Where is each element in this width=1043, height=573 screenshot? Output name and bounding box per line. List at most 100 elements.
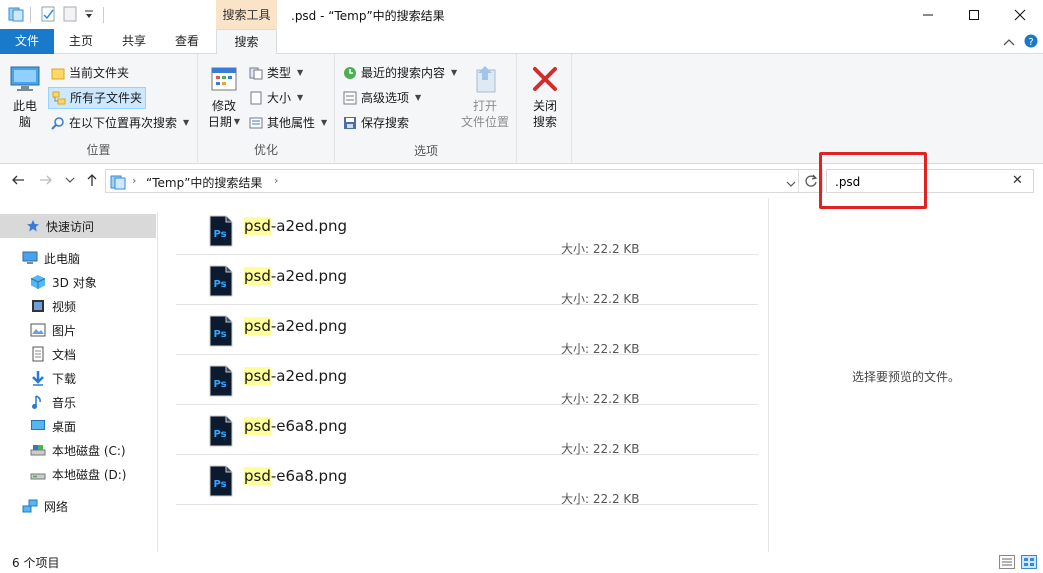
other-properties-button[interactable]: 其他属性 ▼ xyxy=(246,112,330,134)
location-group: 此电 脑 当前文件夹 所有子文件夹 在以下位置再次搜索 ▼ 位置 xyxy=(0,54,198,162)
close-window-button[interactable] xyxy=(997,0,1043,29)
file-row[interactable]: Ps psd-e6a8.png 大小: 22.2 KB xyxy=(176,405,758,456)
file-row[interactable]: Ps psd-e6a8.png 大小: 22.2 KB xyxy=(176,455,758,506)
advanced-options-icon xyxy=(343,91,357,105)
help-icon[interactable]: ? xyxy=(1024,34,1038,51)
search-results-folder-icon xyxy=(110,174,126,193)
address-bar[interactable]: › “Temp”中的搜索结果 › xyxy=(105,169,823,193)
file-name[interactable]: psd-a2ed.png xyxy=(244,217,347,235)
tab-search[interactable]: 搜索 xyxy=(216,29,277,55)
file-name[interactable]: psd-a2ed.png xyxy=(244,367,347,385)
recent-locations-button[interactable] xyxy=(61,171,79,189)
file-name[interactable]: psd-a2ed.png xyxy=(244,317,347,335)
recent-searches-button[interactable]: 最近的搜索内容 ▼ xyxy=(340,62,460,84)
date-modified-label-2: 日期 xyxy=(207,115,232,129)
file-name[interactable]: psd-e6a8.png xyxy=(244,417,347,435)
details-view-icon[interactable] xyxy=(999,555,1015,569)
close-search-button[interactable]: 关闭 搜索 xyxy=(523,64,567,130)
all-subfolders-label: 所有子文件夹 xyxy=(70,91,143,105)
this-pc-button[interactable]: 此电 脑 xyxy=(6,64,44,130)
drive-icon xyxy=(30,473,46,480)
kind-icon xyxy=(249,67,263,80)
search-match-highlight: psd xyxy=(244,317,271,335)
properties-icon[interactable] xyxy=(40,6,56,25)
nav-network[interactable]: 网络 xyxy=(22,494,68,518)
svg-text:Ps: Ps xyxy=(213,229,226,240)
nav-videos-label: 视频 xyxy=(52,299,77,314)
svg-text:Ps: Ps xyxy=(213,279,226,290)
svg-text:Ps: Ps xyxy=(213,379,226,390)
collapse-ribbon-icon[interactable] xyxy=(1003,36,1015,50)
refresh-icon[interactable] xyxy=(804,174,818,191)
nav-music-label: 音乐 xyxy=(52,395,77,410)
chevron-down-icon: ▼ xyxy=(321,118,328,127)
address-dropdown-icon[interactable] xyxy=(786,177,796,191)
photoshop-file-icon: Ps xyxy=(208,215,234,247)
folder-app-icon[interactable] xyxy=(8,6,24,25)
minimize-button[interactable] xyxy=(905,0,951,29)
nav-quick-access[interactable]: 快速访问 xyxy=(0,214,156,238)
save-search-button[interactable]: 保存搜索 xyxy=(340,112,412,134)
new-folder-icon[interactable] xyxy=(62,6,78,25)
clear-search-icon[interactable]: ✕ xyxy=(1012,173,1023,188)
search-again-label: 在以下位置再次搜索 xyxy=(69,116,178,130)
open-file-location-button[interactable]: 打开 文件位置 xyxy=(457,64,513,130)
forward-arrow-icon xyxy=(40,175,52,185)
this-pc-label-2: 脑 xyxy=(18,115,31,129)
customize-toolbar-icon[interactable] xyxy=(84,9,94,23)
file-row[interactable]: Ps psd-a2ed.png 大小: 22.2 KB xyxy=(176,255,758,306)
nav-network-label: 网络 xyxy=(44,499,69,514)
back-button[interactable] xyxy=(9,171,27,189)
date-modified-button[interactable]: 修改 日期 ▼ xyxy=(202,64,246,130)
breadcrumb-separator-icon[interactable]: › xyxy=(132,174,136,187)
nav-pictures-label: 图片 xyxy=(52,323,77,338)
kind-button[interactable]: 类型 ▼ xyxy=(246,62,306,84)
nav-downloads[interactable]: 下载 xyxy=(30,366,76,390)
tab-view[interactable]: 查看 xyxy=(164,29,210,54)
maximize-button[interactable] xyxy=(951,0,997,29)
svg-text:Ps: Ps xyxy=(213,479,226,490)
search-again-in-button[interactable]: 在以下位置再次搜索 ▼ xyxy=(48,112,192,134)
photoshop-file-icon: Ps xyxy=(208,265,234,297)
tab-file[interactable]: 文件 xyxy=(0,29,54,54)
current-folder-label: 当前文件夹 xyxy=(69,66,130,80)
tab-home[interactable]: 主页 xyxy=(58,29,104,54)
advanced-options-button[interactable]: 高级选项 ▼ xyxy=(340,87,424,109)
nav-desktop[interactable]: 桌面 xyxy=(30,414,76,438)
nav-pictures[interactable]: 图片 xyxy=(30,318,76,342)
search-match-highlight: psd xyxy=(244,267,271,285)
search-match-highlight: psd xyxy=(244,217,271,235)
up-button[interactable] xyxy=(83,171,101,189)
up-arrow-icon xyxy=(87,174,97,186)
large-icons-view-icon[interactable] xyxy=(1021,555,1037,569)
file-name[interactable]: psd-a2ed.png xyxy=(244,267,347,285)
nav-this-pc-label: 此电脑 xyxy=(44,251,81,266)
breadcrumb-search-results[interactable]: “Temp”中的搜索结果 xyxy=(146,174,262,191)
nav-music[interactable]: 音乐 xyxy=(30,390,76,414)
nav-videos[interactable]: 视频 xyxy=(30,294,76,318)
ribbon: 此电 脑 当前文件夹 所有子文件夹 在以下位置再次搜索 ▼ 位置 修改 日期 ▼… xyxy=(0,54,1043,164)
size-button[interactable]: 大小 ▼ xyxy=(246,87,306,109)
current-folder-button[interactable]: 当前文件夹 xyxy=(48,62,132,84)
file-row[interactable]: Ps psd-a2ed.png 大小: 22.2 KB xyxy=(176,305,758,356)
breadcrumb-separator-icon[interactable]: › xyxy=(274,174,278,187)
nav-documents[interactable]: 文档 xyxy=(30,342,76,366)
nav-this-pc[interactable]: 此电脑 xyxy=(22,246,80,270)
tab-share[interactable]: 共享 xyxy=(112,29,156,54)
nav-3d-objects[interactable]: 3D 对象 xyxy=(30,270,97,294)
title-bar: 搜索工具 .psd - “Temp”中的搜索结果 xyxy=(0,0,1043,30)
file-row[interactable]: Ps psd-a2ed.png 大小: 22.2 KB xyxy=(176,355,758,406)
nav-disk-c[interactable]: 本地磁盘 (C:) xyxy=(30,438,126,462)
refine-group: 修改 日期 ▼ 类型 ▼ 大小 ▼ 其他属性 ▼ 优化 xyxy=(198,54,335,162)
all-subfolders-button[interactable]: 所有子文件夹 xyxy=(48,87,147,109)
forward-button[interactable] xyxy=(37,171,55,189)
nav-downloads-label: 下载 xyxy=(52,371,77,386)
other-properties-label: 其他属性 xyxy=(267,116,316,130)
kind-label: 类型 xyxy=(267,66,292,80)
file-name-rest: -a2ed.png xyxy=(270,267,348,285)
file-name[interactable]: psd-e6a8.png xyxy=(244,467,347,485)
size-icon xyxy=(250,91,262,105)
file-row[interactable]: Ps psd-a2ed.png 大小: 22.2 KB xyxy=(176,205,758,256)
file-name-rest: -e6a8.png xyxy=(270,417,348,435)
nav-disk-d[interactable]: 本地磁盘 (D:) xyxy=(30,462,126,486)
